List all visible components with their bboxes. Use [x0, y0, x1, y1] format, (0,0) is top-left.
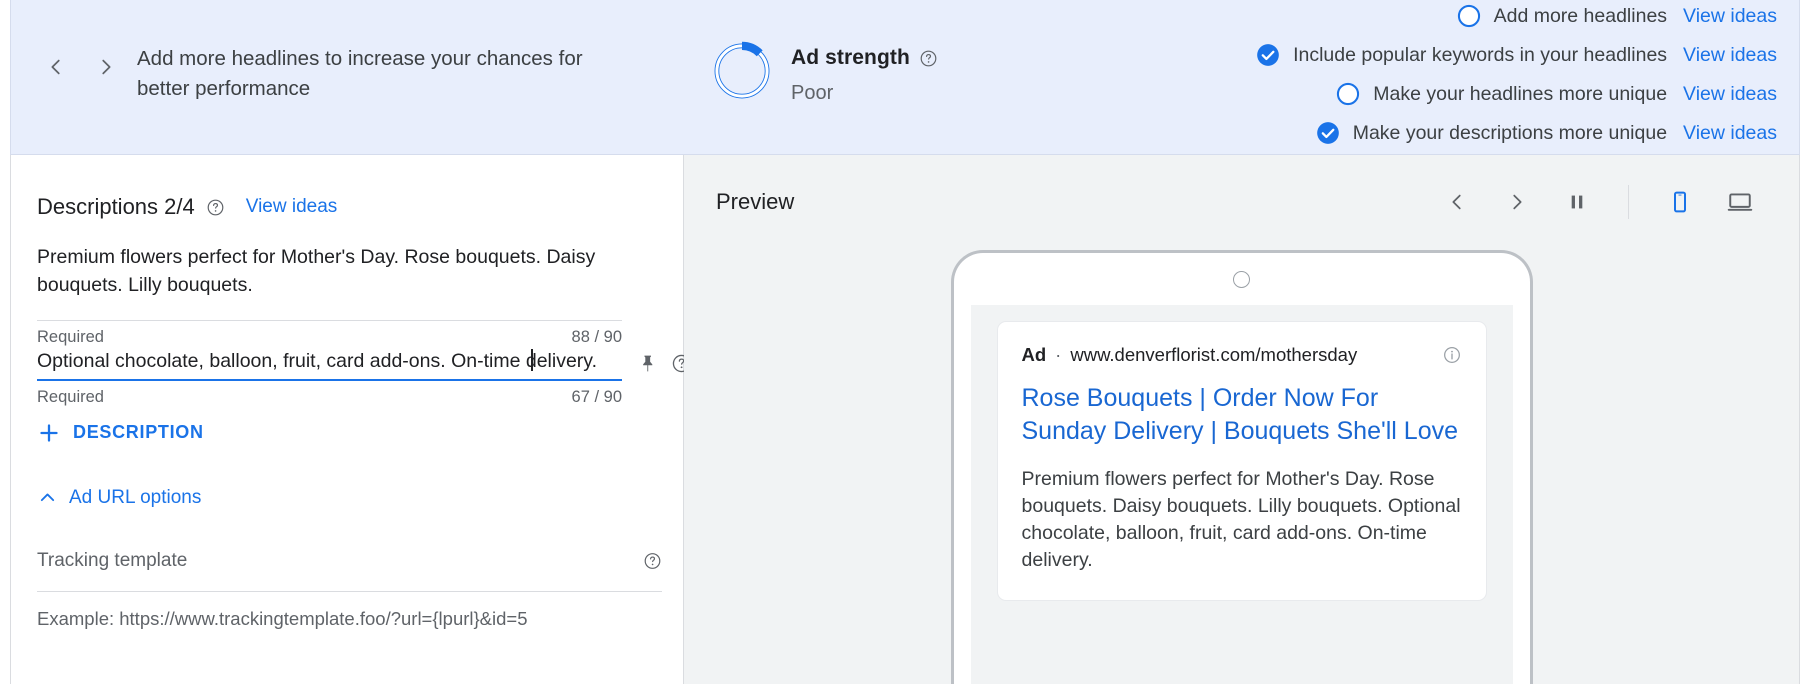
- descriptions-view-ideas-link[interactable]: View ideas: [246, 196, 338, 218]
- description-2-required-label: Required: [37, 387, 104, 406]
- checklist-view-ideas-link[interactable]: View ideas: [1683, 44, 1777, 67]
- checklist-item-label: Add more headlines: [1493, 4, 1668, 27]
- description-1-meta: Required 88 / 90: [37, 321, 622, 347]
- description-2-input[interactable]: [37, 346, 622, 379]
- tracking-template-label: Tracking template: [37, 549, 188, 571]
- banner-prev-button[interactable]: [39, 50, 73, 84]
- chevron-up-icon: [40, 493, 55, 502]
- chevron-left-icon: [1452, 194, 1461, 210]
- text-caret: [531, 348, 533, 371]
- checklist-item: Make your descriptions more unique View …: [1315, 120, 1777, 146]
- ad-strength-text: Ad strength Poor: [791, 40, 938, 105]
- add-description-label: DESCRIPTION: [73, 422, 204, 443]
- tracking-template-underline[interactable]: [37, 590, 662, 592]
- description-1-required-label: Required: [37, 327, 104, 346]
- ad-url-options-toggle[interactable]: Ad URL options: [37, 487, 201, 509]
- descriptions-help-icon[interactable]: [206, 198, 225, 217]
- ad-editor-screen: Add more headlines to increase your chan…: [0, 0, 1810, 684]
- ad-badge: Ad: [1021, 344, 1047, 365]
- preview-desktop-button[interactable]: [1723, 185, 1757, 219]
- controls-divider: [1628, 185, 1629, 219]
- ad-description: Premium flowers perfect for Mother's Day…: [1021, 468, 1461, 571]
- preview-prev-button[interactable]: [1440, 185, 1474, 219]
- ad-strength-title: Ad strength: [791, 46, 910, 69]
- checklist-item-label: Make your descriptions more unique: [1352, 121, 1668, 144]
- ad-display-url: www.denverflorist.com/mothersday: [1070, 344, 1358, 365]
- checklist-view-ideas-link[interactable]: View ideas: [1683, 122, 1777, 145]
- tracking-template-help-icon[interactable]: [643, 551, 662, 570]
- plus-icon: [40, 423, 58, 442]
- circle-empty-icon[interactable]: [1456, 3, 1482, 29]
- banner-nav-arrows: [39, 50, 123, 84]
- checklist-view-ideas-link[interactable]: View ideas: [1683, 5, 1777, 28]
- ad-strength-donut-icon: [714, 41, 770, 99]
- preview-controls: [1440, 185, 1757, 219]
- description-1-text[interactable]: Premium flowers perfect for Mother's Day…: [37, 243, 637, 300]
- tracking-template-label-row: Tracking template: [37, 550, 662, 572]
- ad-preview-card: Ad · www.denverflorist.com/mothersday Ro…: [996, 321, 1487, 601]
- circle-empty-icon[interactable]: [1335, 81, 1361, 107]
- circle-check-filled-icon[interactable]: [1315, 120, 1341, 146]
- banner-message: Add more headlines to increase your chan…: [137, 47, 583, 100]
- ad-url-options-label: Ad URL options: [69, 486, 202, 508]
- tracking-template-block: Tracking template Example: https://www.t…: [37, 550, 662, 630]
- description-2-input-wrap: [37, 346, 622, 381]
- banner-next-button[interactable]: [89, 50, 123, 84]
- ad-separator: ·: [1055, 344, 1062, 365]
- preview-pause-button[interactable]: [1560, 185, 1594, 219]
- ad-url-line: Ad · www.denverflorist.com/mothersday: [1022, 344, 1462, 366]
- ad-strength-checklist: Add more headlines View ideas Include po…: [1255, 3, 1777, 146]
- checklist-view-ideas-link[interactable]: View ideas: [1683, 83, 1777, 106]
- description-2-counter: 67 / 90: [571, 387, 622, 406]
- ad-strength-help-icon[interactable]: [919, 49, 938, 68]
- ad-headline[interactable]: Rose Bouquets | Order Now For Sunday Del…: [1022, 382, 1462, 448]
- pause-icon: [1571, 195, 1583, 209]
- ad-strength-value: Poor: [791, 82, 834, 104]
- preview-header: Preview: [684, 155, 1799, 227]
- checklist-item: Add more headlines View ideas: [1456, 3, 1777, 29]
- description-2-row: [37, 346, 691, 381]
- circle-check-filled-icon[interactable]: [1255, 42, 1281, 68]
- phone-mockup: Ad · www.denverflorist.com/mothersday Ro…: [950, 250, 1533, 684]
- chevron-right-icon: [1513, 194, 1522, 210]
- phone-camera-icon: [1233, 271, 1250, 288]
- phone-screen: Ad · www.denverflorist.com/mothersday Ro…: [970, 305, 1513, 684]
- description-1-counter: 88 / 90: [571, 327, 622, 346]
- preview-panel: Preview Ad · www.denverflorist.com/mothe…: [684, 155, 1799, 684]
- descriptions-panel: Descriptions 2/4 View ideas Premium flow…: [11, 155, 691, 684]
- description-2-focus-underline: [37, 378, 622, 381]
- ad-strength-block: Ad strength Poor: [711, 40, 938, 105]
- preview-mobile-button[interactable]: [1663, 185, 1697, 219]
- checklist-item-label: Include popular keywords in your headlin…: [1293, 43, 1668, 66]
- tracking-template-example: Example: https://www.trackingtemplate.fo…: [37, 607, 528, 629]
- checklist-item: Include popular keywords in your headlin…: [1255, 42, 1777, 68]
- chevron-left-icon: [51, 59, 60, 75]
- main-content: Descriptions 2/4 View ideas Premium flow…: [10, 155, 1800, 684]
- pin-icon[interactable]: [637, 353, 658, 374]
- desktop-icon: [1727, 193, 1753, 211]
- chevron-right-icon: [102, 59, 111, 75]
- ad-strength-banner: Add more headlines to increase your chan…: [10, 0, 1800, 155]
- mobile-icon: [1674, 191, 1686, 213]
- descriptions-title: Descriptions 2/4: [37, 194, 195, 219]
- checklist-item: Make your headlines more unique View ide…: [1335, 81, 1777, 107]
- checklist-item-label: Make your headlines more unique: [1373, 82, 1668, 105]
- descriptions-header: Descriptions 2/4 View ideas: [37, 194, 657, 220]
- preview-title: Preview: [716, 189, 795, 214]
- description-2-meta: Required 67 / 90: [37, 381, 622, 407]
- info-icon[interactable]: [1442, 345, 1462, 365]
- add-description-button[interactable]: DESCRIPTION: [37, 421, 204, 445]
- preview-next-button[interactable]: [1500, 185, 1534, 219]
